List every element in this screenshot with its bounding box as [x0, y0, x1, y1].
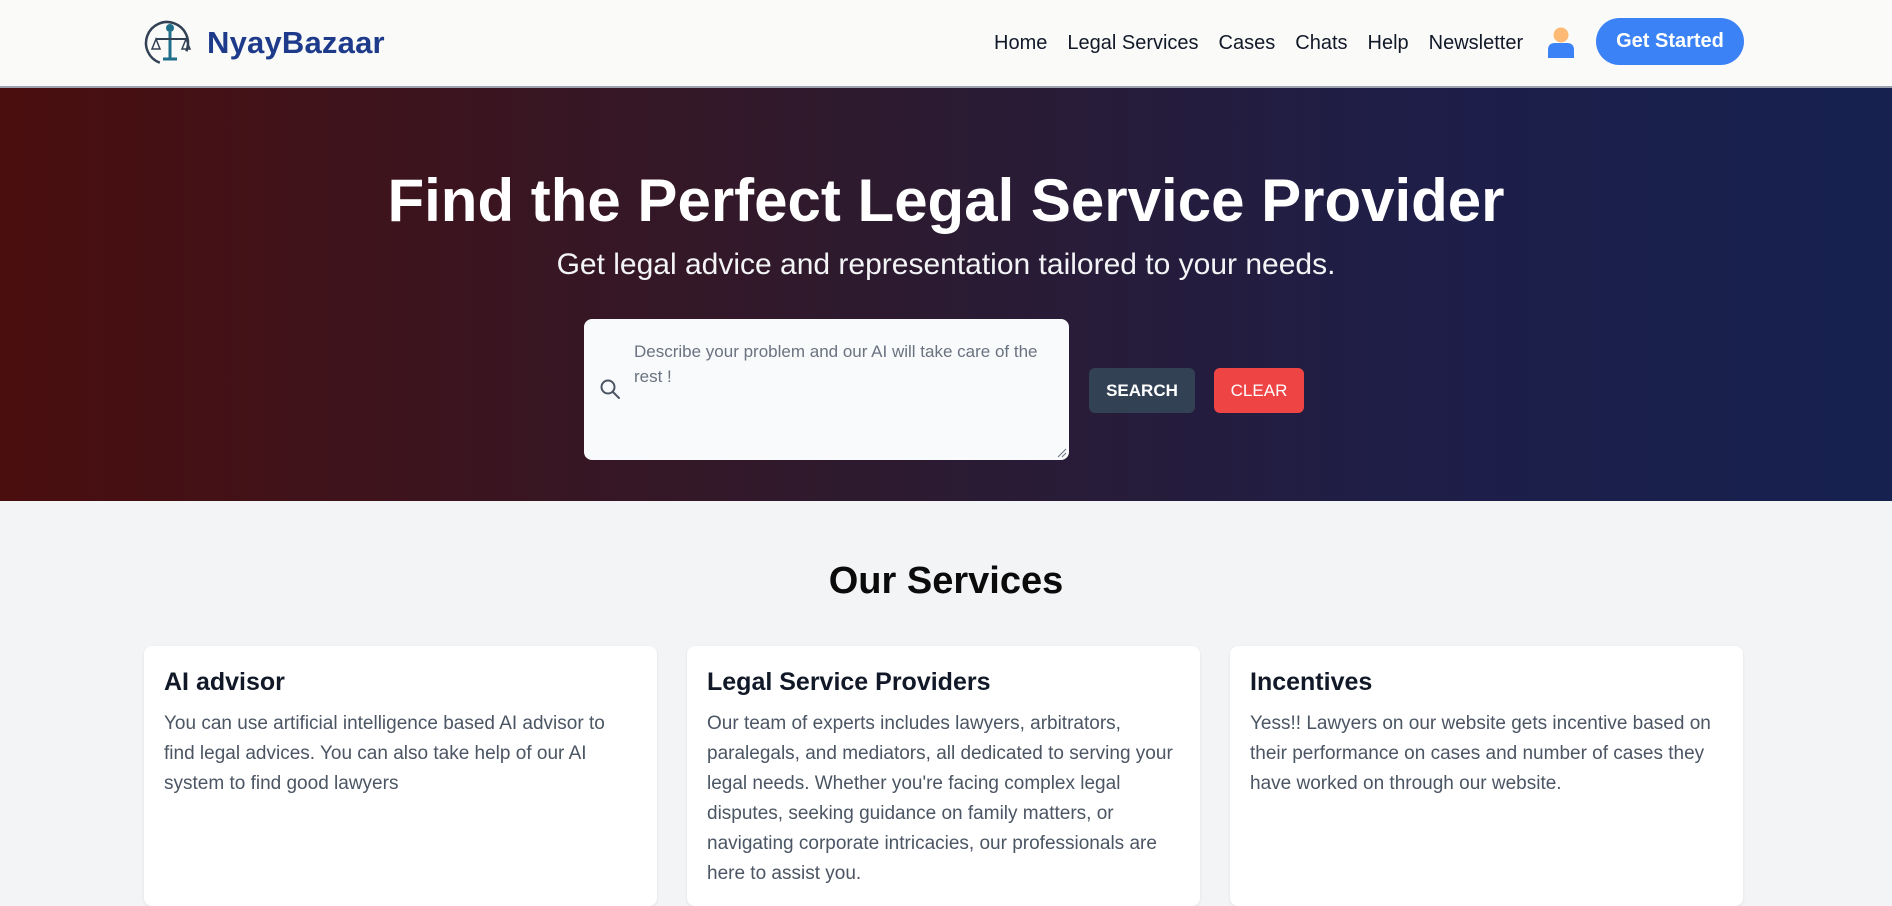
clear-button[interactable]: CLEAR [1214, 368, 1304, 413]
search-box [584, 319, 1069, 460]
search-icon [600, 379, 620, 399]
service-card-title: Legal Service Providers [707, 668, 991, 696]
get-started-button[interactable]: Get Started [1596, 18, 1744, 65]
nav-chats[interactable]: Chats [1295, 32, 1347, 54]
user-avatar-icon[interactable] [1546, 26, 1576, 58]
service-card-text: You can use artificial intelligence base… [164, 713, 605, 794]
nav-cases[interactable]: Cases [1219, 32, 1276, 54]
nav-newsletter[interactable]: Newsletter [1429, 32, 1523, 54]
scales-of-justice-icon [144, 20, 192, 66]
service-card-legal-providers: Legal Service Providers Our team of expe… [687, 646, 1200, 906]
problem-description-input[interactable] [632, 337, 1052, 447]
resize-handle-icon[interactable] [1057, 448, 1067, 458]
brand-home-link[interactable]: NyayBazaar [143, 18, 385, 68]
main-nav: Home Legal Services Cases Chats Help New… [994, 28, 1523, 58]
hero-title: Find the Perfect Legal Service Provider [387, 167, 1505, 234]
hero-section: Find the Perfect Legal Service Provider … [0, 88, 1892, 501]
service-card-incentives: Incentives Yess!! Lawyers on our website… [1230, 646, 1743, 906]
service-card-text: Our team of experts includes lawyers, ar… [707, 713, 1173, 884]
hero-subtitle: Get legal advice and representation tail… [556, 248, 1336, 281]
brand-name: NyayBazaar [207, 25, 385, 60]
service-card-title: Incentives [1250, 668, 1373, 696]
top-navbar: NyayBazaar Home Legal Services Cases Cha… [0, 0, 1892, 88]
nav-help[interactable]: Help [1368, 32, 1409, 54]
services-title: Our Services [828, 560, 1064, 602]
service-card-title: AI advisor [164, 668, 285, 696]
nav-legal-services[interactable]: Legal Services [1067, 32, 1198, 54]
nav-home[interactable]: Home [994, 32, 1047, 54]
service-card-ai-advisor: AI advisor You can use artificial intell… [144, 646, 657, 906]
service-card-text: Yess!! Lawyers on our website gets incen… [1250, 713, 1711, 794]
search-button[interactable]: SEARCH [1089, 368, 1195, 413]
